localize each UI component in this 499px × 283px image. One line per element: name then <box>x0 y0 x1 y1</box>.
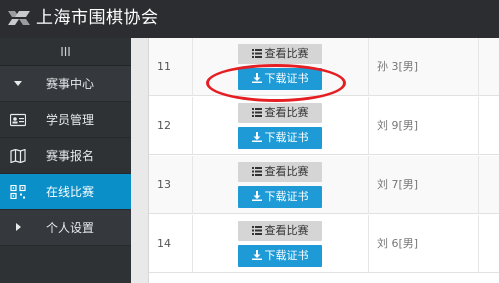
sidebar-item-online-match[interactable]: 在线比赛 <box>0 174 131 210</box>
view-match-button[interactable]: 查看比赛 <box>238 162 322 182</box>
caret-down-icon <box>14 81 22 86</box>
actions-cell: 查看比赛 下载证书 <box>193 97 369 155</box>
sidebar-item-label: 赛事报名 <box>46 149 95 163</box>
player-name: 孙 3[男] <box>369 38 479 96</box>
results-table: 11 查看比赛 下载证书 孙 3[男] 12 查看比赛 下载证书 刘 9[男] … <box>148 38 499 283</box>
qrcode-icon <box>10 185 26 199</box>
download-certificate-label: 下载证书 <box>264 249 309 262</box>
actions-cell: 查看比赛 下载证书 <box>193 156 369 214</box>
download-icon <box>251 132 262 142</box>
download-certificate-button[interactable]: 下载证书 <box>238 127 322 149</box>
download-certificate-button[interactable]: 下载证书 <box>238 245 322 267</box>
top-bar: 上海市围棋协会 <box>0 0 499 38</box>
table-row: 12 查看比赛 下载证书 刘 9[男] <box>149 97 499 155</box>
sidebar: III 赛事中心 学员管理 赛事报名 在线比赛 个人设置 <box>0 38 131 283</box>
sidebar-item-event-center[interactable]: 赛事中心 <box>0 66 131 102</box>
main-content: 11 查看比赛 下载证书 孙 3[男] 12 查看比赛 下载证书 刘 9[男] … <box>131 38 499 283</box>
view-match-label: 查看比赛 <box>264 165 309 178</box>
sidebar-item-label: 在线比赛 <box>46 185 95 199</box>
player-name: 刘 9[男] <box>369 97 479 155</box>
site-title: 上海市围棋协会 <box>36 8 159 28</box>
download-icon <box>251 250 262 260</box>
id-card-icon <box>10 113 26 127</box>
logo-icon <box>8 11 30 25</box>
view-match-button[interactable]: 查看比赛 <box>238 221 322 241</box>
menu-toggle-button[interactable]: III <box>0 38 131 66</box>
download-icon <box>251 73 262 83</box>
download-certificate-button[interactable]: 下载证书 <box>238 186 322 208</box>
view-match-button[interactable]: 查看比赛 <box>238 103 322 123</box>
download-certificate-label: 下载证书 <box>264 72 309 85</box>
sidebar-item-label: 个人设置 <box>46 221 95 235</box>
list-icon <box>251 166 262 176</box>
player-name: 刘 6[男] <box>369 215 479 273</box>
download-certificate-button[interactable]: 下载证书 <box>238 68 322 90</box>
map-icon <box>10 149 26 163</box>
download-certificate-label: 下载证书 <box>264 190 309 203</box>
player-name: 刘 7[男] <box>369 156 479 214</box>
sidebar-item-label: 赛事中心 <box>46 77 95 91</box>
view-match-button[interactable]: 查看比赛 <box>238 44 322 64</box>
actions-cell: 查看比赛 下载证书 <box>193 38 369 96</box>
table-row: 14 查看比赛 下载证书 刘 6[男] <box>149 215 499 273</box>
row-number: 12 <box>149 97 193 155</box>
table-row: 11 查看比赛 下载证书 孙 3[男] <box>149 38 499 96</box>
download-certificate-label: 下载证书 <box>264 131 309 144</box>
sidebar-item-label: 学员管理 <box>46 113 95 127</box>
list-icon <box>251 107 262 117</box>
sidebar-item-personal-settings[interactable]: 个人设置 <box>0 210 131 246</box>
table-row: 13 查看比赛 下载证书 刘 7[男] <box>149 156 499 214</box>
list-icon <box>251 48 262 58</box>
sidebar-item-event-registration[interactable]: 赛事报名 <box>0 138 131 174</box>
caret-right-icon <box>16 223 21 231</box>
download-icon <box>251 191 262 201</box>
actions-cell: 查看比赛 下载证书 <box>193 215 369 273</box>
view-match-label: 查看比赛 <box>264 47 309 60</box>
view-match-label: 查看比赛 <box>264 224 309 237</box>
view-match-label: 查看比赛 <box>264 106 309 119</box>
sidebar-item-student-management[interactable]: 学员管理 <box>0 102 131 138</box>
row-number: 13 <box>149 156 193 214</box>
list-icon <box>251 225 262 235</box>
row-number: 11 <box>149 38 193 96</box>
row-number: 14 <box>149 215 193 273</box>
